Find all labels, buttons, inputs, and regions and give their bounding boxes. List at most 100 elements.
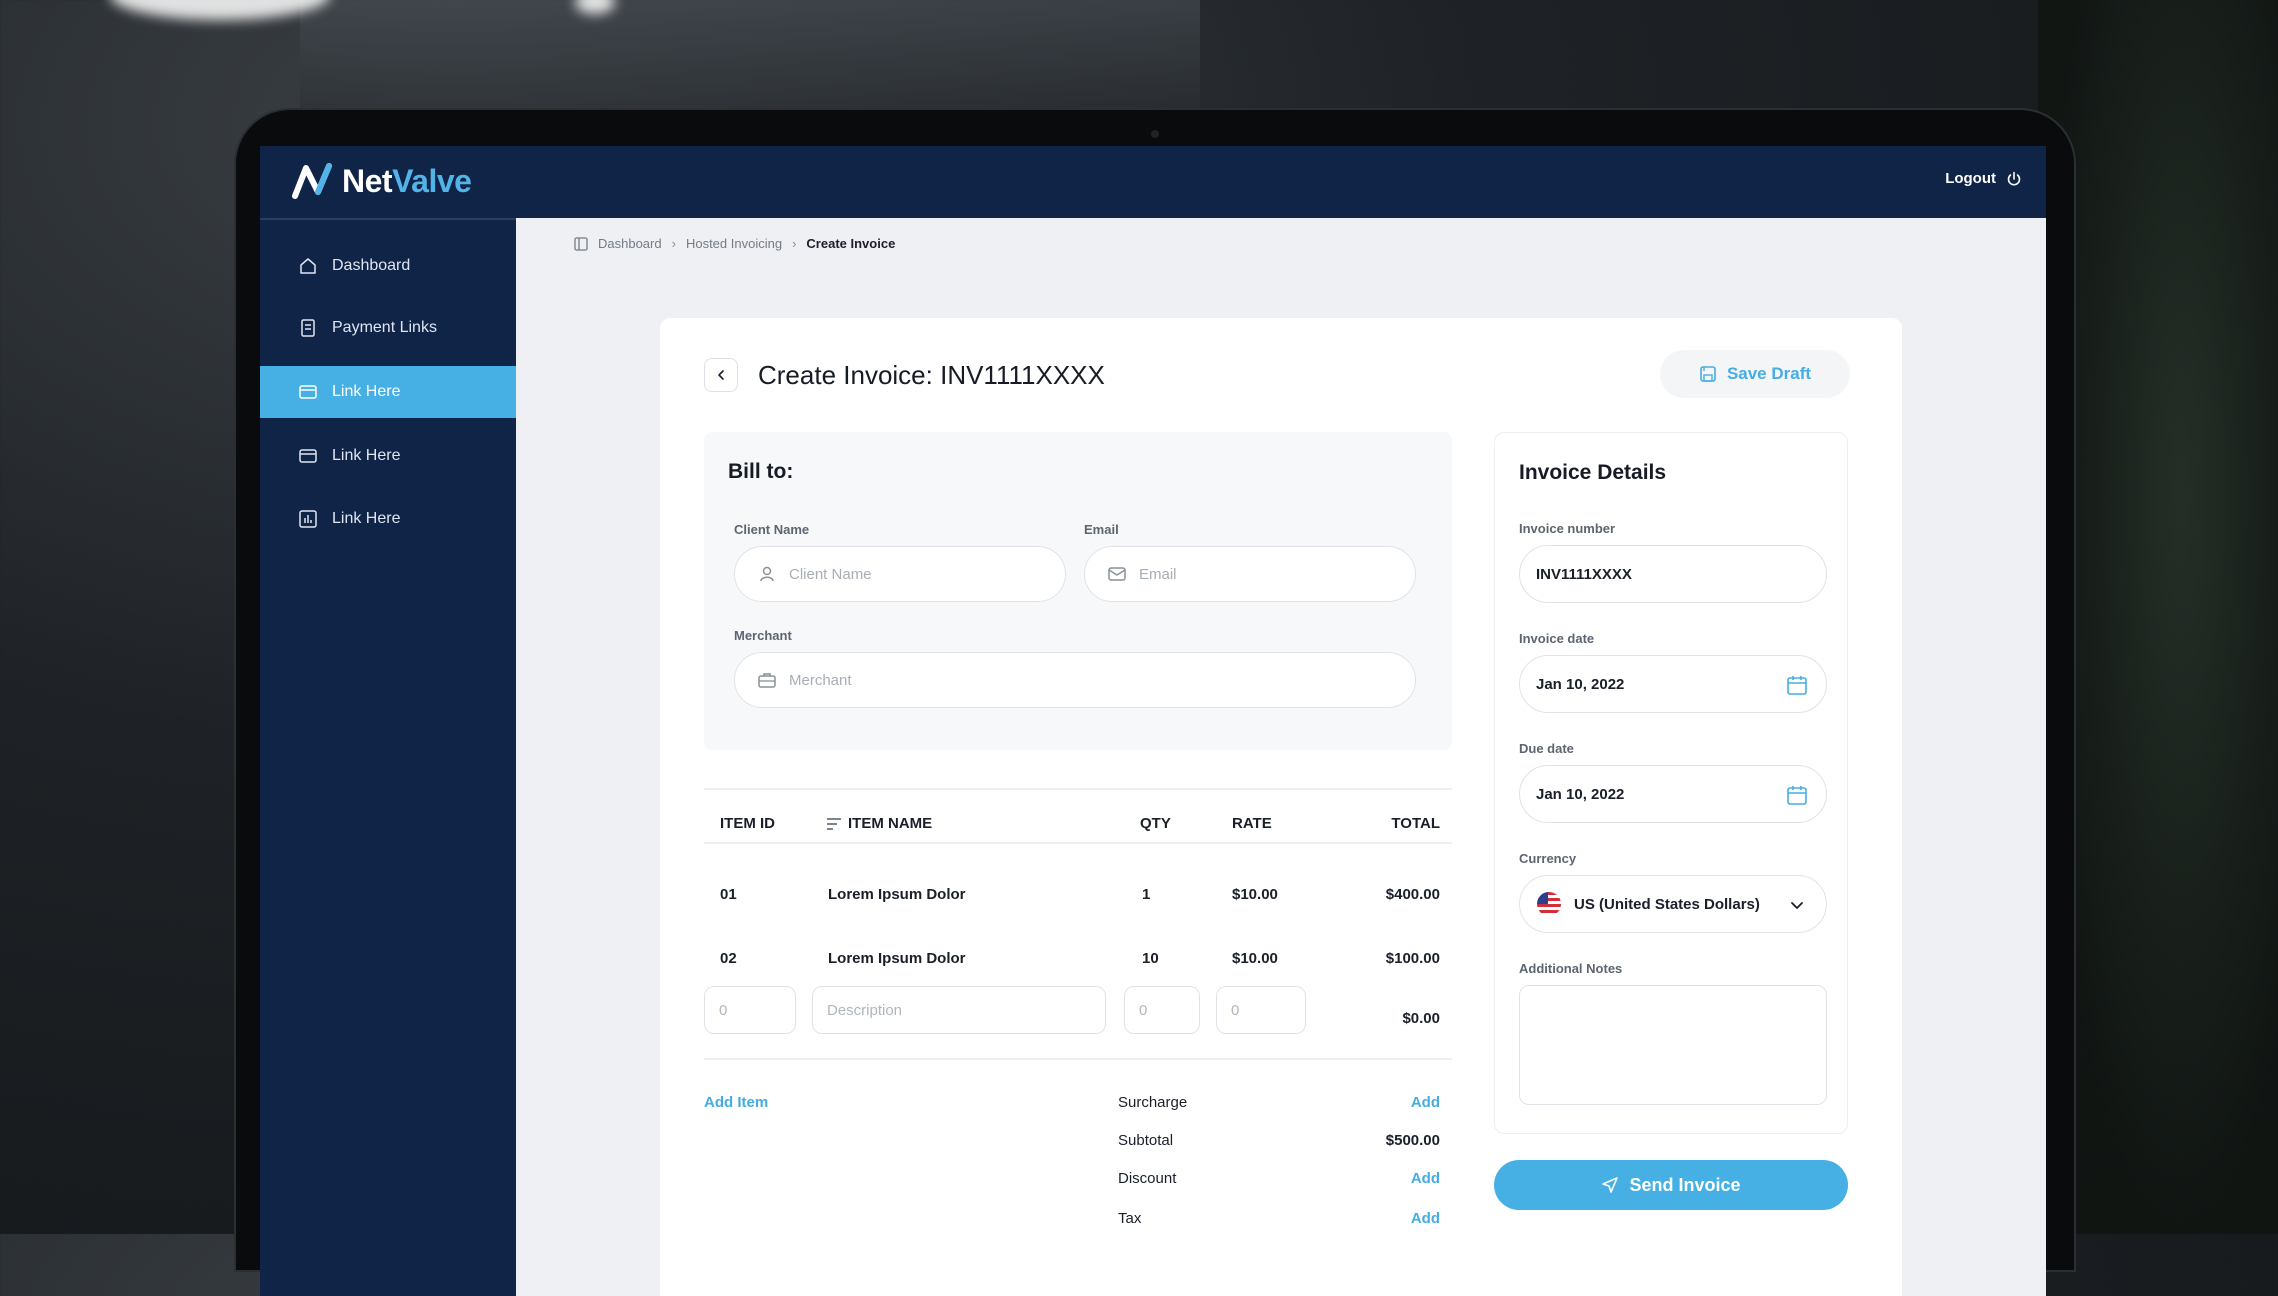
tax-add-link[interactable]: Add bbox=[1411, 1210, 1440, 1227]
logout-button[interactable]: Logout bbox=[1945, 170, 2022, 187]
item-qty-cell: 10 bbox=[1142, 950, 1159, 967]
currency-label: Currency bbox=[1519, 851, 1577, 866]
chevron-right-icon: › bbox=[792, 236, 797, 251]
invoice-date-value: Jan 10, 2022 bbox=[1536, 675, 1625, 693]
send-invoice-label: Send Invoice bbox=[1629, 1174, 1741, 1195]
sidebar-item-label: Link Here bbox=[332, 447, 401, 464]
discount-add-link[interactable]: Add bbox=[1411, 1170, 1440, 1187]
sort-icon[interactable] bbox=[826, 817, 842, 831]
new-item-id-input[interactable]: 0 bbox=[704, 986, 796, 1034]
card-icon bbox=[299, 449, 317, 463]
sidebar: Dashboard Payment Links Link Here Link H… bbox=[260, 218, 516, 1296]
invoice-date-label: Invoice date bbox=[1519, 631, 1595, 646]
breadcrumb-dashboard[interactable]: Dashboard bbox=[598, 236, 662, 251]
email-input[interactable]: Email bbox=[1084, 546, 1416, 602]
chevron-left-icon bbox=[718, 370, 724, 380]
col-header-rate: RATE bbox=[1232, 815, 1272, 832]
card-icon bbox=[299, 385, 317, 399]
back-button[interactable] bbox=[704, 358, 738, 392]
laptop-frame: NetValve Logout Dashboard Payment Links bbox=[234, 108, 2076, 1296]
merchant-label: Merchant bbox=[734, 628, 792, 643]
client-name-input[interactable]: Client Name bbox=[734, 546, 1066, 602]
add-item-link[interactable]: Add Item bbox=[704, 1094, 768, 1111]
ceiling-light bbox=[110, 0, 330, 20]
due-date-label: Due date bbox=[1519, 741, 1574, 756]
item-rate-cell: $10.00 bbox=[1232, 950, 1278, 967]
logout-label: Logout bbox=[1945, 170, 1996, 187]
client-name-label: Client Name bbox=[734, 522, 810, 537]
sidebar-item-link-1[interactable]: Link Here bbox=[260, 366, 516, 418]
col-header-total: TOTAL bbox=[1391, 815, 1440, 832]
new-item-qty-placeholder: 0 bbox=[1139, 1001, 1148, 1019]
power-icon bbox=[2007, 171, 2021, 186]
calendar-icon[interactable] bbox=[1786, 674, 1808, 696]
briefcase-icon bbox=[758, 673, 776, 688]
currency-select[interactable]: US (United States Dollars) bbox=[1519, 875, 1827, 933]
camera bbox=[1151, 130, 1159, 138]
due-date-input[interactable]: Jan 10, 2022 bbox=[1519, 765, 1827, 823]
currency-value: US (United States Dollars) bbox=[1574, 895, 1760, 913]
item-name-cell: Lorem Ipsum Dolor bbox=[828, 886, 966, 903]
col-header-item-name: ITEM NAME bbox=[848, 815, 933, 832]
item-total-cell: $100.00 bbox=[1385, 950, 1440, 967]
bill-to-panel: Bill to: Client Name Client Name Email E… bbox=[704, 432, 1452, 750]
new-item-rate-placeholder: 0 bbox=[1231, 1001, 1240, 1019]
table-bottom-divider bbox=[704, 1058, 1452, 1060]
sidebar-item-label: Link Here bbox=[332, 383, 401, 400]
save-icon bbox=[1700, 366, 1716, 382]
new-item-qty-input[interactable]: 0 bbox=[1124, 986, 1200, 1034]
send-invoice-button[interactable]: Send Invoice bbox=[1494, 1160, 1848, 1210]
email-placeholder: Email bbox=[1139, 565, 1177, 583]
col-header-qty: QTY bbox=[1140, 815, 1171, 832]
logo-text: NetValve bbox=[342, 162, 472, 199]
merchant-input[interactable]: Merchant bbox=[734, 652, 1416, 708]
send-icon bbox=[1602, 1177, 1619, 1193]
us-flag-icon bbox=[1537, 892, 1561, 916]
due-date-value: Jan 10, 2022 bbox=[1536, 785, 1625, 803]
receipt-icon bbox=[301, 319, 315, 337]
table-header-divider bbox=[704, 842, 1452, 844]
breadcrumb-current: Create Invoice bbox=[806, 236, 896, 251]
bill-to-title: Bill to: bbox=[728, 460, 794, 483]
top-bar: NetValve Logout bbox=[260, 146, 2046, 218]
invoice-details-title: Invoice Details bbox=[1519, 461, 1667, 484]
col-header-item-id: ITEM ID bbox=[720, 815, 775, 832]
surcharge-add-link[interactable]: Add bbox=[1411, 1094, 1440, 1111]
sidebar-item-link-2[interactable]: Link Here bbox=[260, 430, 516, 482]
email-label: Email bbox=[1084, 522, 1119, 537]
invoice-number-value: INV1111XXXX bbox=[1536, 565, 1632, 583]
additional-notes-label: Additional Notes bbox=[1519, 961, 1623, 976]
invoice-date-input[interactable]: Jan 10, 2022 bbox=[1519, 655, 1827, 713]
item-rate-cell: $10.00 bbox=[1232, 886, 1278, 903]
breadcrumb: Dashboard › Hosted Invoicing › Create In… bbox=[574, 236, 895, 251]
chevron-down-icon bbox=[1791, 902, 1803, 909]
mail-icon bbox=[1108, 567, 1126, 581]
sidebar-item-label: Link Here bbox=[332, 510, 401, 527]
save-draft-button[interactable]: Save Draft bbox=[1660, 350, 1850, 398]
sidebar-item-dashboard[interactable]: Dashboard bbox=[260, 240, 516, 292]
merchant-placeholder: Merchant bbox=[789, 671, 852, 689]
new-item-rate-input[interactable]: 0 bbox=[1216, 986, 1306, 1034]
subtotal-label: Subtotal bbox=[1118, 1132, 1174, 1149]
surcharge-label: Surcharge bbox=[1118, 1094, 1188, 1111]
calendar-icon[interactable] bbox=[1786, 784, 1808, 806]
invoice-number-input[interactable]: INV1111XXXX bbox=[1519, 545, 1827, 603]
netvalve-logo[interactable]: NetValve bbox=[292, 162, 472, 200]
sidebar-item-payment-links[interactable]: Payment Links bbox=[260, 302, 516, 354]
new-item-id-placeholder: 0 bbox=[719, 1001, 728, 1019]
invoice-details-panel: Invoice Details Invoice number INV1111XX… bbox=[1494, 432, 1848, 1134]
client-name-placeholder: Client Name bbox=[789, 565, 872, 583]
invoice-number-label: Invoice number bbox=[1519, 521, 1616, 536]
new-item-description-placeholder: Description bbox=[827, 1001, 903, 1019]
sidebar-item-link-3[interactable]: Link Here bbox=[260, 493, 516, 545]
user-icon bbox=[760, 566, 774, 582]
tax-label: Tax bbox=[1118, 1210, 1142, 1227]
table-top-divider bbox=[704, 788, 1452, 790]
additional-notes-textarea[interactable] bbox=[1519, 985, 1827, 1105]
chart-icon bbox=[299, 510, 317, 528]
discount-label: Discount bbox=[1118, 1170, 1177, 1187]
new-item-description-input[interactable]: Description bbox=[812, 986, 1106, 1034]
item-id-cell: 02 bbox=[720, 950, 737, 967]
item-id-cell: 01 bbox=[720, 886, 737, 903]
breadcrumb-hosted-invoicing[interactable]: Hosted Invoicing bbox=[686, 236, 782, 251]
